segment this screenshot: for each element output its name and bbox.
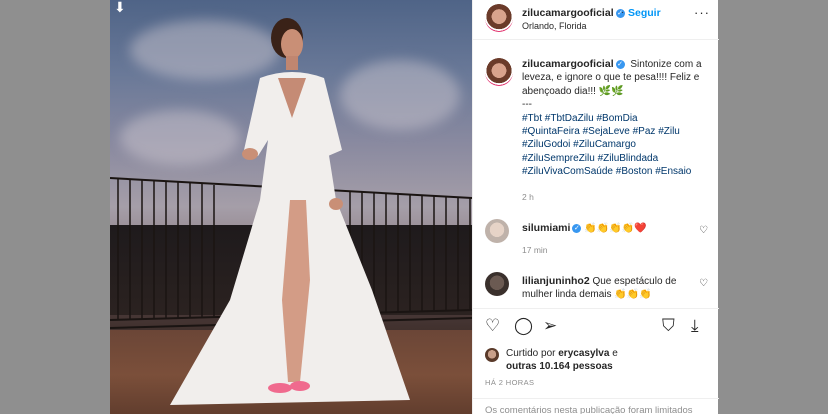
hashtag-line[interactable]: #ZiluSempreZilu #ZiluBlindada	[522, 152, 712, 165]
share-icon[interactable]: ➢	[543, 317, 557, 335]
woman-figure	[170, 18, 410, 405]
caption-username[interactable]: zilucamargooficial ✓	[522, 58, 625, 70]
comments-limited-notice: Os comentários nesta publicação foram li…	[473, 398, 719, 414]
avatar[interactable]	[485, 4, 513, 32]
hashtag-line[interactable]: #QuintaFeira #SejaLeve #Paz #Zilu	[522, 125, 712, 138]
hashtag-line[interactable]: #ZiluGodoi #ZiluCamargo	[522, 138, 712, 151]
liked-by-user[interactable]: erycasylva	[558, 348, 609, 359]
avatar[interactable]	[485, 58, 513, 86]
post-side-panel: zilucamargooficial ✓ · Seguir Orlando, Fl…	[472, 0, 719, 414]
comment-body: 👏👏👏👏❤️	[584, 223, 647, 234]
caption-time: 2 h	[522, 192, 534, 202]
follow-button[interactable]: Seguir	[628, 7, 661, 19]
heart-icon[interactable]: ♡	[699, 278, 708, 289]
comment-text: lilianjuninho2 Que espetáculo de mulher …	[522, 275, 692, 302]
post-timestamp[interactable]: HÁ 2 HORAS	[485, 378, 534, 387]
comment-username[interactable]: lilianjuninho2	[522, 275, 590, 287]
comment-time: 17 min	[522, 245, 548, 255]
hashtag-line[interactable]: #Tbt #TbtDaZilu #BomDia	[522, 112, 712, 125]
bookmark-icon[interactable]: ⛉	[662, 317, 675, 335]
avatar[interactable]	[485, 219, 509, 243]
hashtag-line[interactable]: #ZiluVivaComSaúde #Boston #Ensaio	[522, 165, 712, 178]
author-username[interactable]: zilucamargooficial ✓	[522, 7, 625, 19]
avatar[interactable]	[485, 348, 499, 362]
post-caption: zilucamargooficial ✓ Sintonize com a leve…	[522, 58, 712, 179]
comments-scroll[interactable]: zilucamargooficial ✓ Sintonize com a leve…	[473, 40, 719, 308]
download-icon[interactable]: ⬇	[114, 0, 126, 14]
heart-icon[interactable]: ♡	[699, 225, 708, 236]
post-header: zilucamargooficial ✓ · Seguir Orlando, Fl…	[473, 0, 719, 40]
comment-icon[interactable]: ◯	[514, 317, 533, 335]
comment-username[interactable]: silumiami ✓	[522, 222, 582, 234]
overlay-right	[718, 0, 828, 414]
avatar[interactable]	[485, 272, 509, 296]
heart-icon[interactable]: ♡	[485, 317, 500, 335]
more-options-icon[interactable]: ···	[694, 5, 710, 20]
action-bar: ♡ ◯ ➢ ⛉ ⤓	[473, 308, 719, 344]
separator-dot: ·	[621, 7, 625, 18]
likes-count[interactable]: outras 10.164 pessoas	[506, 361, 613, 372]
overlay-left	[0, 0, 110, 414]
post-location[interactable]: Orlando, Florida	[522, 21, 587, 31]
comment-text: silumiami ✓ 👏👏👏👏❤️	[522, 222, 692, 235]
hashtag-list: #Tbt #TbtDaZilu #BomDia #QuintaFeira #Se…	[522, 112, 712, 179]
verified-icon: ✓	[615, 59, 625, 69]
download-icon[interactable]: ⤓	[691, 317, 699, 335]
verified-icon: ✓	[572, 223, 582, 233]
post-photo[interactable]	[110, 0, 472, 414]
caption-separator: ---	[522, 99, 532, 111]
liked-by-text: Curtido por erycasylva e outras 10.164 p…	[506, 348, 618, 373]
